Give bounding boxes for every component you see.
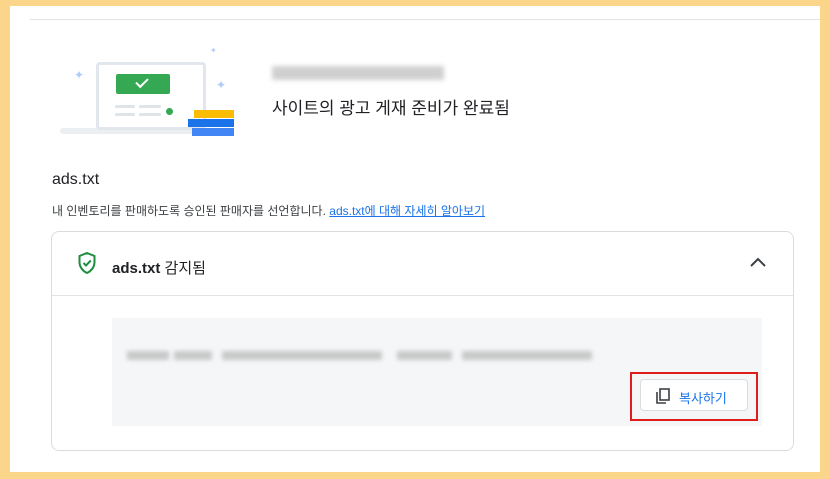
sparkle-icon: ✦: [216, 78, 227, 92]
books-illustration: [188, 110, 234, 137]
copy-icon: [656, 388, 670, 404]
illustration-line: [115, 105, 135, 108]
copy-button[interactable]: 복사하기: [640, 379, 748, 411]
illustration-line: [115, 113, 135, 116]
shield-check-icon: [78, 252, 96, 274]
ads-txt-status-label: 감지됨: [160, 260, 206, 277]
site-ready-illustration: ✦ ✦ ✦: [60, 46, 234, 141]
chevron-up-icon[interactable]: [749, 254, 767, 272]
redacted-code: [127, 351, 169, 360]
check-icon: [116, 74, 170, 94]
ads-txt-description-text: 내 인벤토리를 판매하도록 승인된 판매자를 선언합니다.: [52, 204, 326, 218]
illustration-line: [139, 105, 161, 108]
redacted-code: [222, 351, 382, 360]
page-frame: ✦ ✦ ✦ 사이트의 광고 게재 준비가 완료됨 ads.txt 내 인벤토리를…: [10, 6, 820, 472]
redacted-code: [397, 351, 452, 360]
ads-txt-description: 내 인벤토리를 판매하도록 승인된 판매자를 선언합니다. ads.txt에 대…: [52, 202, 485, 219]
ads-txt-status: ads.txt 감지됨: [112, 257, 206, 278]
redacted-site-name: [272, 66, 444, 80]
illustration-line: [139, 113, 161, 116]
ads-txt-section-title: ads.txt: [52, 171, 100, 188]
ads-txt-learn-more-link[interactable]: ads.txt에 대해 자세히 알아보기: [329, 204, 485, 218]
copy-button-label: 복사하기: [679, 391, 727, 406]
sparkle-icon: ✦: [74, 68, 85, 82]
ads-txt-card: ads.txt 감지됨 복사하기: [51, 231, 794, 451]
redacted-code: [174, 351, 212, 360]
ads-txt-status-file: ads.txt: [112, 260, 161, 277]
status-dot: [166, 108, 173, 115]
redacted-code: [462, 351, 592, 360]
divider: [30, 19, 820, 20]
site-status-text: 사이트의 광고 게재 준비가 완료됨: [272, 99, 510, 118]
ads-txt-card-header[interactable]: ads.txt 감지됨: [52, 232, 793, 296]
sparkle-icon: ✦: [210, 46, 217, 55]
